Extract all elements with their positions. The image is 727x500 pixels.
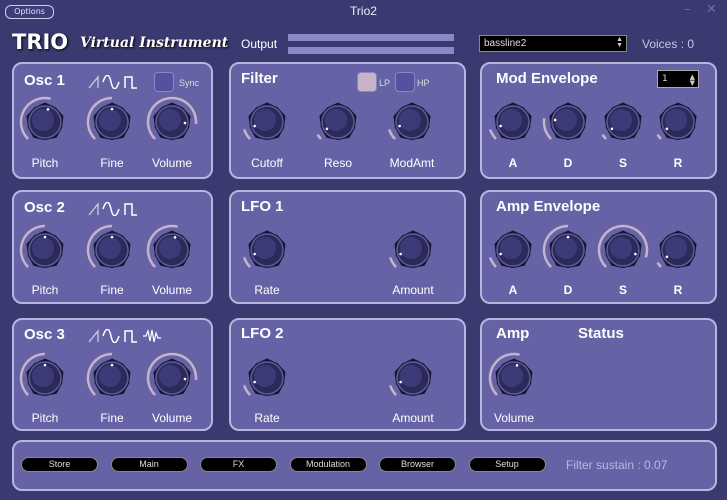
output-label: Output [241,37,278,51]
osc1-title: Osc 1 [24,72,65,89]
browser-button[interactable]: Browser [379,457,456,472]
mod-env-knob-r[interactable] [652,96,704,152]
output-meter-left [288,34,454,41]
spinner-icon[interactable]: ▲ ▼ [616,36,623,49]
store-button[interactable]: Store [21,457,98,472]
amp-env-knob-r[interactable] [652,224,704,280]
osc3-knob-pitch[interactable] [19,352,71,408]
square-icon[interactable] [124,202,138,220]
osc1-knob-fine[interactable] [86,96,138,152]
filter-knob-cutoff[interactable] [241,96,293,152]
logo-subtitle: Virtual Instrument [80,35,229,51]
osc2-knob-volume[interactable] [146,224,198,280]
amp-env-knob-d[interactable] [542,224,594,280]
osc1-knob-pitch[interactable] [19,96,71,152]
knob-label: Pitch [31,283,59,297]
amp-env-knob-a[interactable] [487,224,539,280]
square-icon[interactable] [124,75,138,93]
filter-knob-reso[interactable] [312,96,364,152]
output-meter-right [288,47,454,54]
lfo1-knob-rate[interactable] [241,224,293,280]
square-icon[interactable] [124,329,138,347]
knob-label: Volume [151,156,193,170]
saw-icon[interactable] [88,329,100,347]
filter-knob-modamt[interactable] [386,96,438,152]
voices-count: Voices : 0 [642,37,695,51]
knob-label: Volume [151,283,193,297]
amp-knob-volume[interactable] [488,352,540,408]
lp-toggle[interactable] [357,72,377,92]
modulation-button[interactable]: Modulation [289,457,367,472]
knob-label: D [563,156,573,170]
mod-envelope-title: Mod Envelope [496,70,598,87]
minimize-button[interactable]: – [684,2,691,17]
main-button[interactable]: Main [110,457,188,472]
fx-button[interactable]: FX [200,457,277,472]
knob-label: Cutoff [251,156,283,170]
knob-label: Fine [100,283,124,297]
knob-label: Reso [323,156,353,170]
filter-title: Filter [241,70,278,87]
hp-toggle[interactable] [395,72,415,92]
knob-label: A [508,156,518,170]
lfo2-title: LFO 2 [241,325,284,342]
lfo1-knob-amount[interactable] [387,224,439,280]
mod-env-knob-d[interactable] [542,96,594,152]
knob-label: S [618,283,628,297]
window-title: Trio2 [350,4,377,18]
sync-label: Sync [179,78,200,88]
knob-label: R [673,283,683,297]
osc2-title: Osc 2 [24,199,65,216]
sine-icon[interactable] [102,201,120,220]
preset-value: bassline2 [484,38,527,49]
setup-button[interactable]: Setup [468,457,546,472]
lp-label: LP [379,78,391,88]
osc3-knob-fine[interactable] [86,352,138,408]
knob-label: Pitch [31,156,59,170]
sine-icon[interactable] [102,74,120,93]
status-title: Status [578,325,624,342]
logo: TRIO [12,30,69,54]
osc2-knob-fine[interactable] [86,224,138,280]
knob-label: D [563,283,573,297]
knob-label: Volume [151,411,193,425]
knob-label: Amount [392,411,434,425]
close-button[interactable]: ✕ [706,2,717,17]
sine-icon[interactable] [102,328,120,347]
knob-label: Amount [392,283,434,297]
knob-label: R [673,156,683,170]
knob-label: Rate [254,283,280,297]
knob-label: Fine [100,156,124,170]
saw-icon[interactable] [88,75,100,93]
knob-label: Rate [254,411,280,425]
osc1-knob-volume[interactable] [146,96,198,152]
lfo1-title: LFO 1 [241,198,284,215]
osc2-knob-pitch[interactable] [19,224,71,280]
amp-title: Amp [496,325,530,342]
knob-label: ModAmt [389,156,435,170]
knob-label: A [508,283,518,297]
preset-selector[interactable]: bassline2 ▲ ▼ [479,35,627,52]
knob-label: Volume [493,411,535,425]
lfo2-knob-rate[interactable] [241,352,293,408]
mod-env-knob-a[interactable] [487,96,539,152]
selector-value: 1 [662,74,668,84]
spinner-icon[interactable]: ▲ ▼ [690,74,695,87]
osc3-knob-volume[interactable] [146,352,198,408]
mod-envelope-selector[interactable]: 1 ▲ ▼ [657,70,699,88]
osc3-title: Osc 3 [24,326,65,343]
noise-icon[interactable] [143,328,161,347]
amp-env-knob-s[interactable] [597,224,649,280]
mod-env-knob-s[interactable] [597,96,649,152]
knob-label: Pitch [31,411,59,425]
knob-label: Fine [100,411,124,425]
amp-envelope-title: Amp Envelope [496,198,601,215]
lfo2-knob-amount[interactable] [387,352,439,408]
sync-toggle[interactable] [154,72,174,92]
knob-label: S [618,156,628,170]
saw-icon[interactable] [88,202,100,220]
status-text: Filter sustain : 0.07 [566,458,668,472]
hp-label: HP [417,78,430,88]
